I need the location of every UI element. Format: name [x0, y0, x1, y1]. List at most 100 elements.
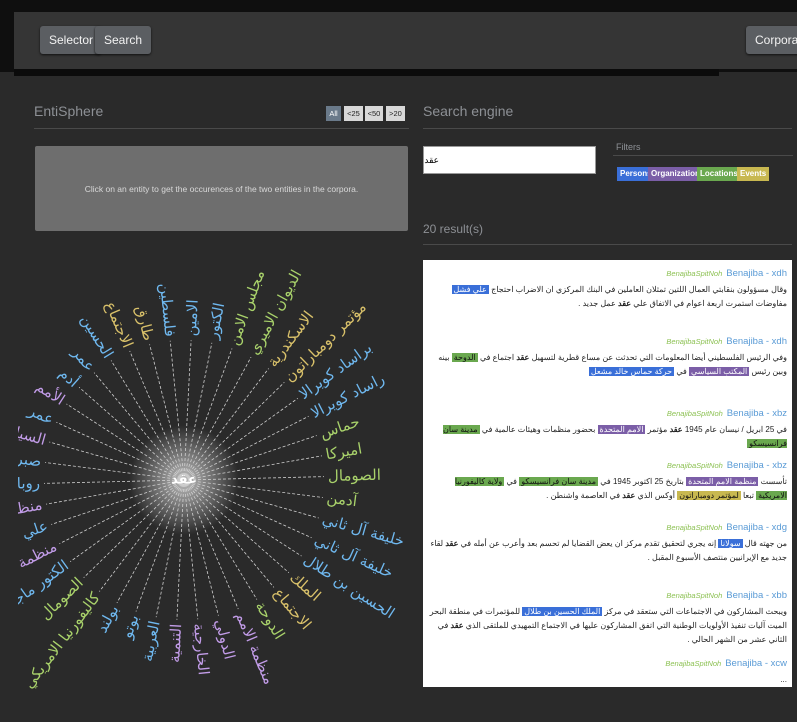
entisphere-title: EntiSphere	[34, 103, 104, 119]
person-entity-tag[interactable]: حركة حماس خالد مشعل	[588, 367, 675, 376]
result-id-link[interactable]: Benajiba - xbz	[727, 408, 787, 419]
filter-organization-button[interactable]: Organization	[648, 167, 703, 181]
organization-entity-tag[interactable]: الامم المتحدة	[597, 425, 646, 434]
filters-label: Filters	[616, 142, 641, 152]
sphere-entity-label[interactable]: الكتور	[203, 301, 228, 341]
result-text: من جهته قال سولانا إنه يجري لتحقيق تقدم …	[429, 537, 787, 565]
sphere-entity-label[interactable]: الخارجية	[190, 622, 213, 676]
query-keyword: عقد	[450, 621, 464, 630]
result-id-link[interactable]: Benajiba - xdh	[726, 268, 787, 279]
search-input[interactable]: عقد	[423, 146, 596, 174]
result-text-segment: مفاوضات استمرت اربعة اعوام في الاتفاق عل…	[631, 299, 787, 308]
search-divider	[423, 128, 792, 129]
sphere-entity-label[interactable]: الصومال	[328, 466, 381, 485]
selector-button[interactable]: Selector	[40, 26, 103, 54]
result-text-segment: أوكس الذي	[635, 491, 678, 500]
sphere-entity-label[interactable]: بوتو	[117, 612, 142, 642]
search-button[interactable]: Search	[95, 26, 152, 54]
range-button-1[interactable]: <25	[344, 106, 363, 121]
result-text-segment: بتاريخ 25 اكتوبر 1945 في	[598, 477, 687, 486]
results-divider	[423, 244, 792, 245]
sphere-entity-label[interactable]: الدولي	[210, 617, 238, 661]
result-item[interactable]: BenajibaSpitNoh Benajiba - xdg من جهته قال…	[429, 522, 787, 565]
result-text-segment: في	[674, 367, 690, 376]
result-id-link[interactable]: Benajiba - xcw	[725, 658, 787, 669]
result-header: BenajibaSpitNoh Benajiba - xbb	[429, 590, 787, 601]
range-button-0[interactable]: All	[326, 106, 341, 121]
organization-entity-tag[interactable]: المكتب السياسي	[689, 367, 750, 376]
result-text-segment: ...	[780, 675, 787, 684]
location-entity-tag[interactable]: مدينة سان فرانسيسكو	[519, 477, 599, 486]
result-text-segment: تبعا	[740, 491, 757, 500]
sphere-entity-label[interactable]: عمر	[25, 401, 57, 428]
filters-divider	[613, 155, 793, 156]
person-entity-tag[interactable]: علي فشل	[451, 285, 489, 294]
sphere-entity-label[interactable]: آدمن	[326, 489, 359, 511]
corpora-button[interactable]: Corpora	[746, 26, 797, 54]
result-source: BenajibaSpitNoh	[666, 591, 723, 600]
info-message: Click on an entity to get the occurences…	[84, 184, 359, 194]
query-keyword: عقد	[445, 539, 459, 548]
sphere-entity-label[interactable]: طارق	[132, 304, 158, 343]
query-keyword: عقد	[618, 299, 632, 308]
search-query: عقد	[424, 155, 439, 165]
result-source: BenajibaSpitNoh	[666, 409, 723, 418]
sphere-entity-label[interactable]: التنمية	[165, 623, 185, 663]
result-text-segment: عمل جديد .	[578, 299, 619, 308]
person-entity-tag[interactable]: الملك الحسين بن طلال	[522, 607, 603, 616]
result-item[interactable]: BenajibaSpitNoh Benajiba - xbb ويبحث المشا…	[429, 590, 787, 647]
sphere-entity-label[interactable]: صبري	[18, 448, 42, 472]
query-keyword: عقد	[516, 353, 530, 362]
result-text-segment: مؤتمر	[645, 425, 670, 434]
result-text-segment: تأسست	[758, 477, 787, 486]
result-source: BenajibaSpitNoh	[666, 269, 723, 278]
result-source: BenajibaSpitNoh	[665, 659, 722, 668]
result-id-link[interactable]: Benajiba - xdg	[726, 522, 787, 533]
result-text-segment: من جهته قال	[742, 539, 787, 548]
query-keyword: عقد	[669, 425, 683, 434]
result-item[interactable]: BenajibaSpitNoh Benajiba - xbz تأسست منظمة…	[429, 460, 787, 503]
result-text: تأسست منظمة الامم المتحدة بتاريخ 25 اكتو…	[429, 475, 787, 503]
result-source: BenajibaSpitNoh	[666, 461, 723, 470]
event-entity-tag[interactable]: لمؤتمر دومباراتون	[677, 491, 741, 500]
result-text: وفي الرئيس الفلسطيني أيضا المعلومات التي…	[429, 351, 787, 379]
result-text: ...	[429, 673, 787, 687]
info-box: Click on an entity to get the occurences…	[35, 146, 408, 231]
entity-sphere[interactable]: مجلس الامنالديوان الاميريالاسكندريةمؤتمر…	[18, 236, 408, 722]
location-entity-tag[interactable]: الدوحة	[451, 353, 478, 362]
sphere-entity-label[interactable]: فلسطين	[156, 282, 179, 337]
result-item[interactable]: BenajibaSpitNoh Benajiba - xdh وفي الرئيس …	[429, 336, 787, 379]
result-id-link[interactable]: Benajiba - xbb	[726, 590, 787, 601]
result-id-link[interactable]: Benajiba - xdh	[726, 336, 787, 347]
result-item[interactable]: BenajibaSpitNoh Benajiba - xbz في 25 ابريل…	[429, 408, 787, 451]
results-list[interactable]: BenajibaSpitNoh Benajiba - xdh وقال مسؤولو…	[423, 260, 792, 687]
result-text: ويبحث المشاركون في الاجتماعات التي ستعقد…	[429, 605, 787, 647]
range-button-3[interactable]: >20	[386, 106, 405, 121]
result-count: 20 result(s)	[423, 222, 484, 236]
result-header: BenajibaSpitNoh Benajiba - xbz	[429, 460, 787, 471]
result-source: BenajibaSpitNoh	[666, 523, 723, 532]
filters-group: Filters Persons Organization Locations Even…	[613, 138, 793, 183]
result-text-segment: في 25 ابريل / نيسان عام 1945	[682, 425, 787, 434]
result-text-segment: اجتماع في	[477, 353, 517, 362]
result-item[interactable]: BenajibaSpitNoh Benajiba - xcw...	[429, 658, 787, 687]
result-text: وقال مسؤولون بنقابتي العمال اللتين تمثلا…	[429, 283, 787, 311]
result-header: BenajibaSpitNoh Benajiba - xdg	[429, 522, 787, 533]
result-id-link[interactable]: Benajiba - xbz	[727, 460, 787, 471]
sphere-entity-label[interactable]: العربية	[138, 619, 164, 663]
sphere-entity-label[interactable]: الامين	[182, 299, 202, 337]
person-entity-tag[interactable]: سولانا	[718, 539, 743, 548]
sphere-entity-label[interactable]: روبا	[18, 474, 40, 493]
result-text-segment: بحضور منظمات وهيئات عالمية في	[479, 425, 598, 434]
result-text-segment: في	[504, 477, 520, 486]
filter-locations-button[interactable]: Locations	[697, 167, 741, 181]
filter-events-button[interactable]: Events	[737, 167, 770, 181]
sphere-entity-label[interactable]: اميركا	[324, 439, 363, 463]
result-text: في 25 ابريل / نيسان عام 1945 عقد مؤتمر ا…	[429, 423, 787, 451]
result-item[interactable]: BenajibaSpitNoh Benajiba - xdh وقال مسؤولو…	[429, 268, 787, 311]
organization-entity-tag[interactable]: منظمة الامم المتحدة	[686, 477, 759, 486]
result-text-segment: إنه يجري لتحقيق تقدم مركز ان يعض القضايا…	[458, 539, 719, 548]
result-header: BenajibaSpitNoh Benajiba - xbz	[429, 408, 787, 419]
result-text-segment: وفي الرئيس الفلسطيني أيضا المعلومات التي…	[529, 353, 787, 362]
range-button-2[interactable]: <50	[365, 106, 383, 121]
